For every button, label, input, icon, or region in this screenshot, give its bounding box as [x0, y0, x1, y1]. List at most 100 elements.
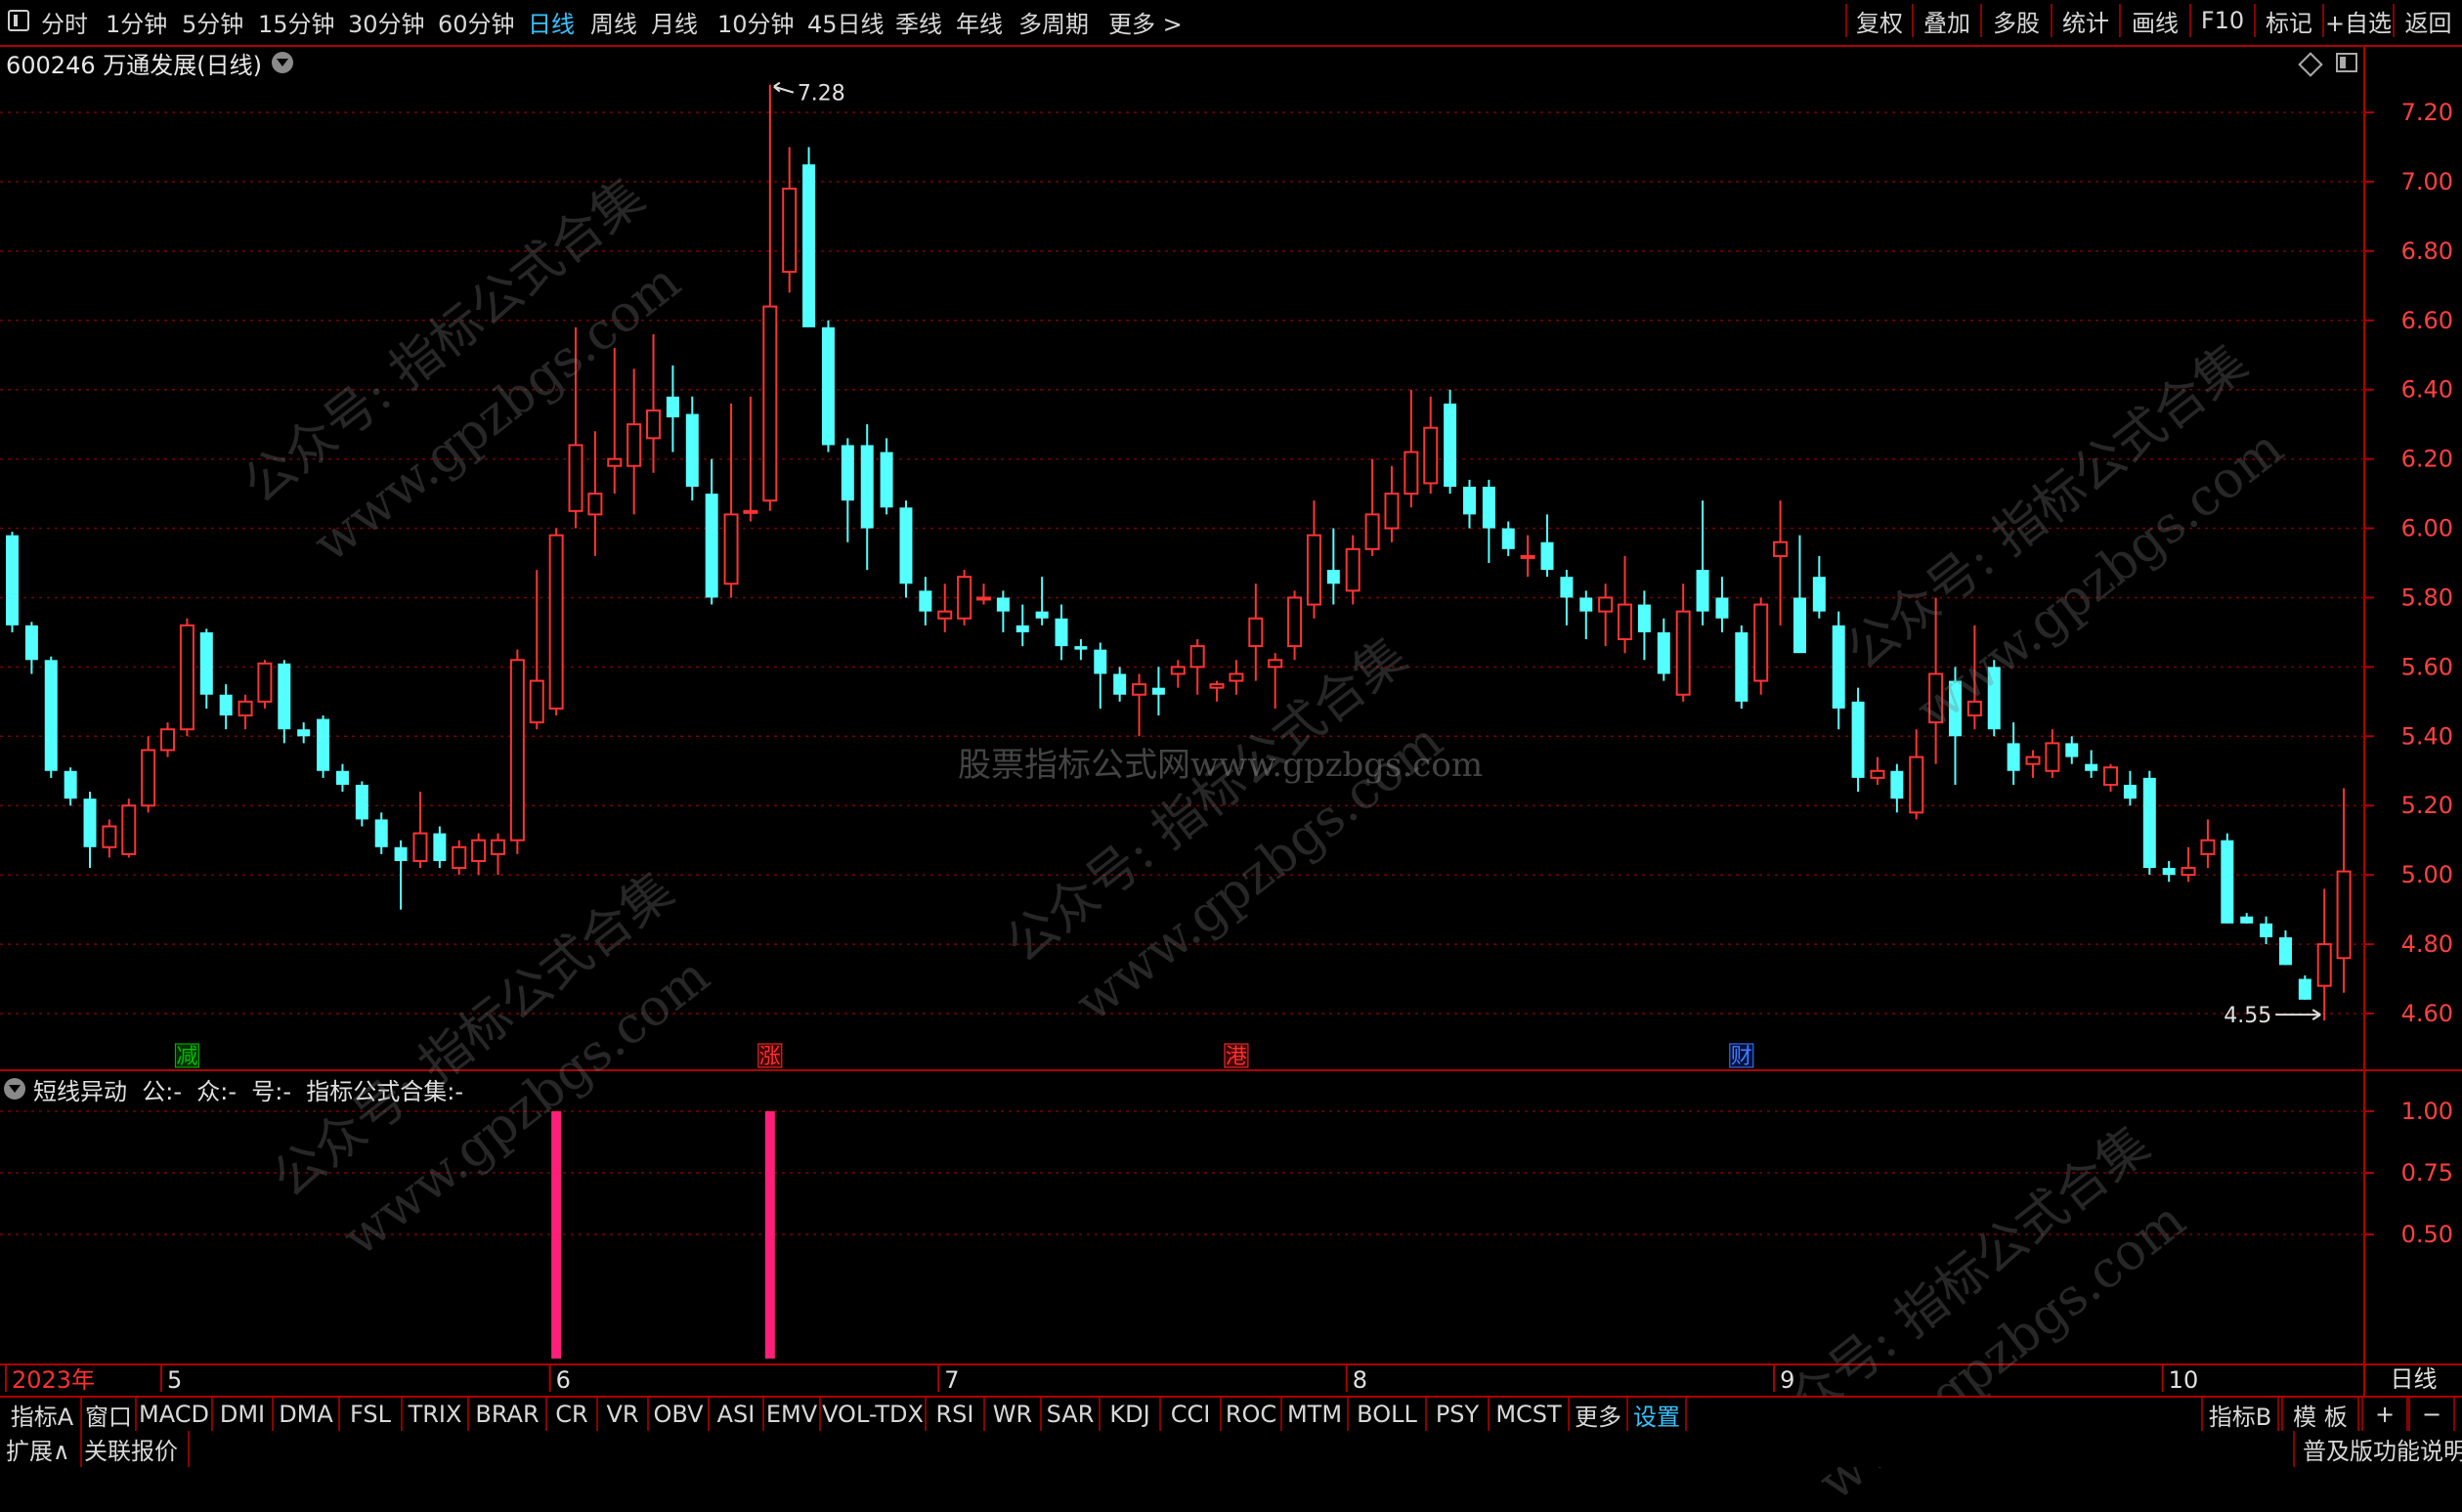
- candle: [1229, 660, 1244, 695]
- indicator-tab-4[interactable]: DMA: [274, 1398, 340, 1431]
- candle-body: [412, 832, 428, 862]
- candle: [64, 767, 77, 806]
- indicator-tab-10[interactable]: OBV: [649, 1398, 710, 1431]
- indicator-tab-15[interactable]: WR: [985, 1398, 1042, 1431]
- candle-body: [1832, 625, 1845, 709]
- candle-body: [2103, 766, 2119, 786]
- indicator-tab-21[interactable]: BOLL: [1349, 1398, 1427, 1431]
- candle-body: [1151, 687, 1165, 695]
- indicator-tab-12[interactable]: EMV: [764, 1398, 821, 1431]
- candle-body: [1909, 756, 1924, 814]
- candle: [899, 500, 913, 598]
- chart-canvas[interactable]: 7.20 7.00 6.80 6.60 6.40 6.20 6.00 5.80 5.60 5.40…: [0, 0, 2462, 1398]
- candle: [297, 722, 311, 744]
- candle-body: [1657, 631, 1670, 674]
- candle: [1113, 667, 1127, 702]
- price-label: 5.80: [2401, 583, 2453, 611]
- candle: [1501, 521, 1515, 556]
- candle-body: [278, 663, 291, 730]
- indicator-right-3[interactable]: −: [2408, 1398, 2455, 1431]
- indicator-tab-11[interactable]: ASI: [710, 1398, 764, 1431]
- candle: [121, 799, 137, 858]
- indicator-tab-16[interactable]: SAR: [1042, 1398, 1101, 1431]
- candle-body: [1326, 570, 1340, 584]
- candle-body: [1306, 534, 1321, 606]
- candle: [219, 684, 233, 730]
- candle: [2278, 929, 2292, 966]
- candle-body: [1094, 649, 1107, 674]
- candle: [762, 84, 778, 511]
- title-dropdown-icon[interactable]: [271, 52, 293, 73]
- candle-body: [548, 534, 564, 710]
- candle-body: [1753, 603, 1769, 682]
- indicator-tab-1[interactable]: 窗口: [82, 1398, 137, 1431]
- date-label: 7: [944, 1366, 959, 1394]
- candle: [1696, 500, 1709, 626]
- indicator-tab-2[interactable]: MACD: [137, 1398, 213, 1431]
- indicator-tab-3[interactable]: DMI: [213, 1398, 274, 1431]
- candle-body: [607, 457, 623, 467]
- candle: [1268, 653, 1283, 709]
- indicator-tab-0[interactable]: 指标A: [4, 1398, 82, 1431]
- candle-body: [394, 846, 408, 861]
- candle-body: [1579, 597, 1593, 612]
- indicator-tab-18[interactable]: CCI: [1161, 1398, 1222, 1431]
- candle-body: [1268, 659, 1283, 669]
- indicator-right-0[interactable]: 指标B: [2201, 1398, 2279, 1431]
- candle: [1832, 611, 1845, 730]
- indicator-tab-13[interactable]: VOL-TDX: [821, 1398, 927, 1431]
- candle-body: [2316, 943, 2332, 987]
- status-bar: 扩展∧ 关联报价 普及版功能说明: [0, 1431, 2462, 1467]
- candle-body: [2045, 742, 2060, 772]
- indicator-tab-17[interactable]: KDJ: [1101, 1398, 1161, 1431]
- candle-body: [2065, 743, 2079, 757]
- indicator-dropdown-icon[interactable]: [4, 1078, 25, 1100]
- candle-body: [1364, 513, 1380, 550]
- candle: [2298, 974, 2311, 1000]
- candle: [2240, 913, 2254, 924]
- indicator-tab-9[interactable]: VR: [598, 1398, 649, 1431]
- candle: [509, 649, 525, 854]
- indicator-tab-24[interactable]: 更多: [1570, 1398, 1628, 1431]
- indicator-right-1[interactable]: 模 板: [2281, 1398, 2359, 1431]
- indicator-tab-6[interactable]: TRIX: [403, 1398, 469, 1431]
- indicator-right-2[interactable]: +: [2361, 1398, 2408, 1431]
- candle: [433, 826, 447, 869]
- candle-body: [257, 662, 273, 703]
- candle: [335, 763, 349, 793]
- indicator-tab-5[interactable]: FSL: [340, 1398, 403, 1431]
- candle-body: [1851, 701, 1865, 778]
- candle-body: [1949, 680, 1962, 737]
- indicator-tab-8[interactable]: CR: [547, 1398, 598, 1431]
- candle-body: [199, 631, 213, 695]
- indicator-tab-23[interactable]: MCST: [1490, 1398, 1570, 1431]
- candle: [1598, 583, 1614, 647]
- indicator-tab-25[interactable]: 设置: [1628, 1398, 1687, 1431]
- candle-body: [1870, 769, 1885, 779]
- indicator-tab-14[interactable]: RSI: [927, 1398, 985, 1431]
- indicator-tab-7[interactable]: BRAR: [469, 1398, 547, 1431]
- candle-body: [666, 396, 679, 418]
- event-marker-label: 减: [176, 1045, 197, 1069]
- expand-button[interactable]: 扩展∧: [6, 1431, 82, 1467]
- candle-body: [685, 413, 699, 487]
- indicator-tab-22[interactable]: PSY: [1427, 1398, 1490, 1431]
- event-marker-label: 港: [1226, 1045, 1247, 1069]
- candle: [1637, 590, 1651, 661]
- candle: [2065, 736, 2079, 764]
- indicator-tab-19[interactable]: ROC: [1222, 1398, 1282, 1431]
- panel-toggle-icon[interactable]: [2336, 53, 2357, 72]
- candle: [2103, 763, 2119, 793]
- candle-body: [374, 819, 388, 847]
- candle-body: [1735, 631, 1749, 702]
- edition-help-link[interactable]: 普及版功能说明: [2293, 1431, 2462, 1467]
- price-label: 6.00: [2401, 515, 2453, 542]
- indicator-tab-20[interactable]: MTM: [1282, 1398, 1349, 1431]
- candle-body: [529, 679, 544, 724]
- candle: [666, 365, 679, 453]
- candle-body: [64, 770, 77, 799]
- candle: [24, 622, 38, 674]
- related-quote-button[interactable]: 关联报价: [84, 1431, 190, 1467]
- candle: [1423, 396, 1439, 495]
- candle: [1035, 577, 1049, 626]
